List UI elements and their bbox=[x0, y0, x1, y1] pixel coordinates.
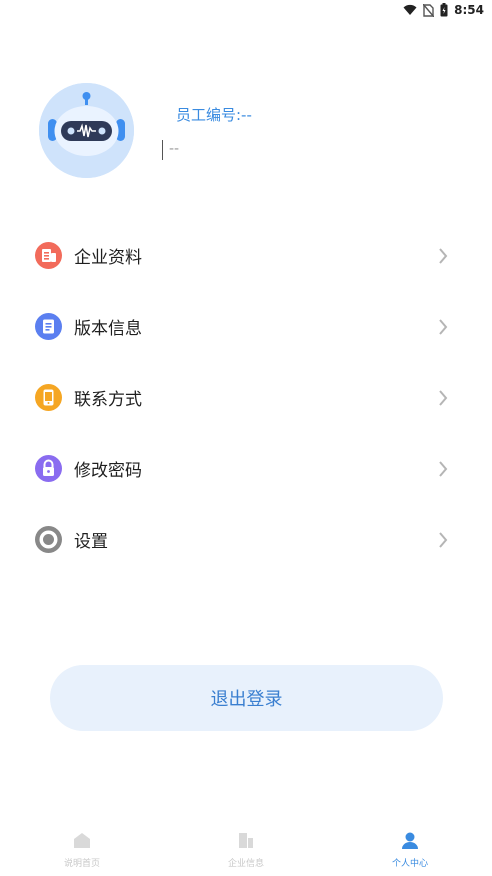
battery-icon bbox=[440, 3, 448, 17]
text-caret bbox=[162, 140, 163, 160]
no-sim-icon bbox=[423, 3, 435, 17]
wifi-icon bbox=[403, 4, 417, 16]
chevron-right-icon bbox=[438, 247, 448, 269]
employee-name: -- bbox=[169, 141, 180, 157]
bottom-nav: 说明首页 企业信息 个人中心 bbox=[0, 824, 492, 876]
nav-tab-home[interactable]: 说明首页 bbox=[0, 824, 164, 876]
status-time: 8:54 bbox=[454, 3, 484, 17]
building-document-icon bbox=[35, 242, 62, 269]
status-bar: 8:54 bbox=[0, 0, 492, 20]
menu-item-label: 修改密码 bbox=[74, 461, 142, 481]
phone-icon bbox=[35, 384, 62, 411]
employee-number: 员工编号:-- bbox=[176, 106, 252, 124]
logout-button[interactable]: 退出登录 bbox=[50, 665, 443, 731]
nav-tab-label: 个人中心 bbox=[391, 858, 428, 869]
menu-item-version-info[interactable]: 版本信息 bbox=[0, 291, 492, 362]
menu-item-company-info[interactable]: 企业资料 bbox=[0, 220, 492, 291]
robot-avatar-icon bbox=[39, 83, 134, 178]
menu-item-label: 设置 bbox=[74, 532, 108, 552]
menu-item-settings[interactable]: 设置 bbox=[0, 504, 492, 575]
person-icon bbox=[401, 832, 419, 853]
chevron-right-icon bbox=[438, 460, 448, 482]
nav-tab-label: 企业信息 bbox=[227, 858, 264, 869]
building-icon bbox=[238, 832, 254, 853]
home-icon bbox=[73, 832, 91, 853]
lock-icon bbox=[35, 455, 62, 482]
nav-tab-label: 说明首页 bbox=[63, 858, 100, 869]
chevron-right-icon bbox=[438, 531, 448, 553]
chevron-right-icon bbox=[438, 389, 448, 411]
avatar[interactable] bbox=[39, 83, 134, 178]
menu-list: 企业资料 版本信息 联系方式 修改密码 设置 bbox=[0, 220, 492, 575]
chevron-right-icon bbox=[438, 318, 448, 340]
document-list-icon bbox=[35, 313, 62, 340]
nav-tab-company[interactable]: 企业信息 bbox=[164, 824, 328, 876]
gear-icon bbox=[35, 526, 62, 553]
nav-tab-profile[interactable]: 个人中心 bbox=[328, 824, 492, 876]
menu-item-label: 版本信息 bbox=[74, 319, 142, 339]
menu-item-label: 企业资料 bbox=[74, 248, 142, 268]
menu-item-change-password[interactable]: 修改密码 bbox=[0, 433, 492, 504]
menu-item-contact[interactable]: 联系方式 bbox=[0, 362, 492, 433]
menu-item-label: 联系方式 bbox=[74, 390, 142, 410]
screen: 8:54 员工编号:-- -- 企业资料 版本信息 联系方式 修改密码 设置 退… bbox=[0, 0, 492, 876]
